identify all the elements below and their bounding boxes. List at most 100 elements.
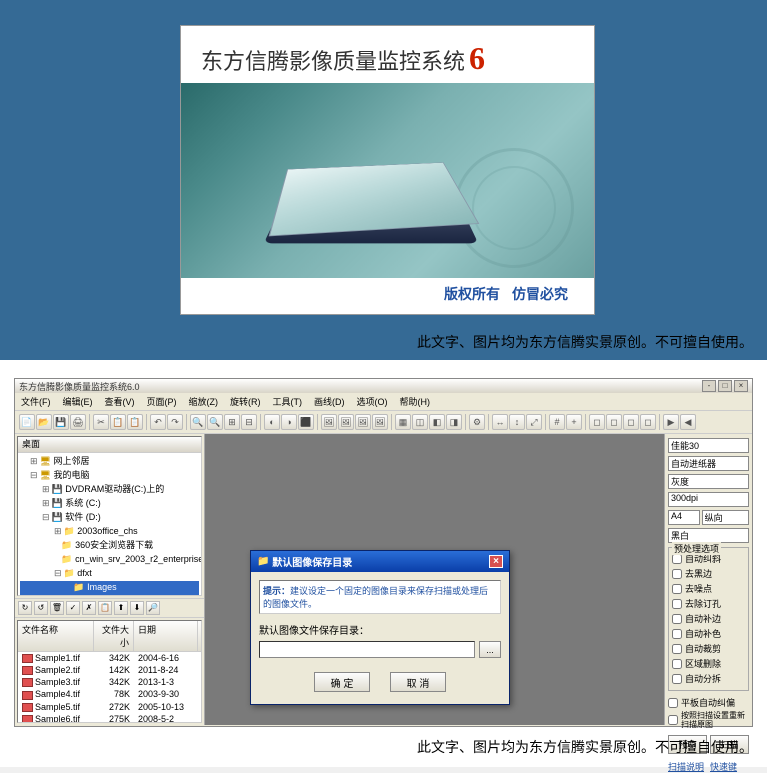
- toolbar-button[interactable]: ◑: [281, 414, 297, 430]
- preprocess-option[interactable]: 区域删除: [672, 657, 745, 670]
- tree-item[interactable]: ⊟💾 软件 (D:): [20, 511, 199, 525]
- tree-item[interactable]: 📁 Res: [20, 595, 199, 596]
- col-filesize[interactable]: 文件大小: [94, 621, 134, 651]
- toolbar-button[interactable]: 🔍: [207, 414, 223, 430]
- close-button[interactable]: ×: [734, 380, 748, 392]
- output-select[interactable]: 黑白: [668, 528, 749, 543]
- file-row[interactable]: Sample5.tif272K2005-10-13: [18, 701, 201, 713]
- preprocess-option[interactable]: 自动补色: [672, 627, 745, 640]
- col-filename[interactable]: 文件名称: [18, 621, 94, 651]
- toolbar-button[interactable]: ◻: [640, 414, 656, 430]
- toolbar-button[interactable]: ✂: [93, 414, 109, 430]
- flat-auto-check[interactable]: 平板自动纠偏: [668, 696, 749, 709]
- preprocess-option[interactable]: 自动裁剪: [672, 642, 745, 655]
- tree-item[interactable]: ⊞🖥 网上邻居: [20, 455, 199, 469]
- toolbar-button[interactable]: ↷: [167, 414, 183, 430]
- file-toolbar-button[interactable]: ↺: [34, 601, 48, 615]
- tree-item[interactable]: ⊞💾 DVDRAM驱动器(C:)上的: [20, 483, 199, 497]
- tree-item[interactable]: ⊟📁 dfxt: [20, 567, 199, 581]
- minimize-button[interactable]: ‐: [702, 380, 716, 392]
- feed-select[interactable]: 自动进纸器: [668, 456, 749, 471]
- toolbar-button[interactable]: ◻: [589, 414, 605, 430]
- toolbar-button[interactable]: ⊟: [241, 414, 257, 430]
- toolbar-button[interactable]: 📄: [19, 414, 35, 430]
- menu-item[interactable]: 旋转(R): [230, 395, 261, 408]
- file-toolbar-button[interactable]: ✗: [82, 601, 96, 615]
- cancel-button[interactable]: 取 消: [390, 672, 446, 692]
- tree-item[interactable]: ⊟🖥 我的电脑: [20, 469, 199, 483]
- preprocess-option[interactable]: 自动补边: [672, 612, 745, 625]
- toolbar-button[interactable]: ⚙: [469, 414, 485, 430]
- toolbar-button[interactable]: ↔: [492, 414, 508, 430]
- toolbar-button[interactable]: 📂: [36, 414, 52, 430]
- preprocess-option[interactable]: 自动分拆: [672, 672, 745, 685]
- preprocess-option[interactable]: 去黑边: [672, 567, 745, 580]
- toolbar-button[interactable]: ◐: [264, 414, 280, 430]
- toolbar-button[interactable]: 🖼: [338, 414, 354, 430]
- record-check[interactable]: 按照扫描设置重新扫描原图: [668, 711, 749, 729]
- menu-item[interactable]: 编辑(E): [63, 395, 93, 408]
- toolbar-button[interactable]: 📋: [127, 414, 143, 430]
- color-select[interactable]: 灰度: [668, 474, 749, 489]
- save-path-input[interactable]: [259, 641, 475, 658]
- toolbar-button[interactable]: ◀: [680, 414, 696, 430]
- toolbar-button[interactable]: ◫: [412, 414, 428, 430]
- toolbar-button[interactable]: +: [566, 414, 582, 430]
- toolbar-button[interactable]: 📋: [110, 414, 126, 430]
- menu-item[interactable]: 帮助(H): [400, 395, 431, 408]
- scanner-select[interactable]: 佳能30: [668, 438, 749, 453]
- toolbar-button[interactable]: ↕: [509, 414, 525, 430]
- browse-button[interactable]: ...: [479, 641, 501, 658]
- toolbar-button[interactable]: ◻: [623, 414, 639, 430]
- toolbar-button[interactable]: 🔍: [190, 414, 206, 430]
- menu-item[interactable]: 缩放(Z): [189, 395, 219, 408]
- toolbar-button[interactable]: 🖼: [355, 414, 371, 430]
- menu-item[interactable]: 页面(P): [147, 395, 177, 408]
- col-filedate[interactable]: 日期: [134, 621, 198, 651]
- scan-help-link[interactable]: 扫描说明: [668, 762, 704, 772]
- preprocess-option[interactable]: 去噪点: [672, 582, 745, 595]
- folder-tree[interactable]: 桌面 ⊞🖥 网上邻居⊟🖥 我的电脑⊞💾 DVDRAM驱动器(C:)上的⊞💾 系统…: [17, 436, 202, 596]
- preprocess-option[interactable]: 去除订孔: [672, 597, 745, 610]
- hotkey-link[interactable]: 快速键: [710, 762, 737, 772]
- toolbar-button[interactable]: 🖼: [321, 414, 337, 430]
- file-row[interactable]: Sample2.tif142K2011-8-24: [18, 664, 201, 676]
- file-list[interactable]: 文件名称 文件大小 日期 Sample1.tif342K2004-6-16Sam…: [17, 620, 202, 723]
- menu-item[interactable]: 文件(F): [21, 395, 51, 408]
- tree-item[interactable]: ⊞💾 系统 (C:): [20, 497, 199, 511]
- menu-item[interactable]: 画线(D): [314, 395, 345, 408]
- toolbar-button[interactable]: ⊞: [224, 414, 240, 430]
- file-row[interactable]: Sample1.tif342K2004-6-16: [18, 652, 201, 664]
- size-select[interactable]: A4: [668, 510, 700, 525]
- dpi-select[interactable]: 300dpi: [668, 492, 749, 507]
- file-toolbar-button[interactable]: 🔎: [146, 601, 160, 615]
- orient-select[interactable]: 纵向: [702, 510, 749, 525]
- file-toolbar-button[interactable]: 📋: [98, 601, 112, 615]
- toolbar-button[interactable]: 🖼: [372, 414, 388, 430]
- toolbar-button[interactable]: #: [549, 414, 565, 430]
- tree-item[interactable]: 📁 360安全浏览器下载: [20, 539, 199, 553]
- toolbar-button[interactable]: ◻: [606, 414, 622, 430]
- toolbar-button[interactable]: 💾: [53, 414, 69, 430]
- file-row[interactable]: Sample4.tif78K2003-9-30: [18, 688, 201, 700]
- file-toolbar-button[interactable]: ⬆: [114, 601, 128, 615]
- toolbar-button[interactable]: ▶: [663, 414, 679, 430]
- ok-button[interactable]: 确 定: [314, 672, 370, 692]
- file-toolbar-button[interactable]: ⬇: [130, 601, 144, 615]
- menu-item[interactable]: 查看(V): [105, 395, 135, 408]
- file-row[interactable]: Sample3.tif342K2013-1-3: [18, 676, 201, 688]
- toolbar-button[interactable]: ⬛: [298, 414, 314, 430]
- tree-item[interactable]: ⊞📁 2003office_chs: [20, 525, 199, 539]
- dialog-close-button[interactable]: ×: [489, 555, 503, 568]
- file-row[interactable]: Sample6.tif275K2008-5-2: [18, 713, 201, 723]
- toolbar-button[interactable]: ↶: [150, 414, 166, 430]
- toolbar-button[interactable]: ◧: [429, 414, 445, 430]
- toolbar-button[interactable]: 🖨: [70, 414, 86, 430]
- maximize-button[interactable]: □: [718, 380, 732, 392]
- toolbar-button[interactable]: ⤢: [526, 414, 542, 430]
- tree-item[interactable]: 📁 cn_win_srv_2003_r2_enterprise_with_sp2: [20, 553, 199, 567]
- toolbar-button[interactable]: ◨: [446, 414, 462, 430]
- toolbar-button[interactable]: ▦: [395, 414, 411, 430]
- menu-item[interactable]: 选项(O): [357, 395, 388, 408]
- menu-item[interactable]: 工具(T): [273, 395, 303, 408]
